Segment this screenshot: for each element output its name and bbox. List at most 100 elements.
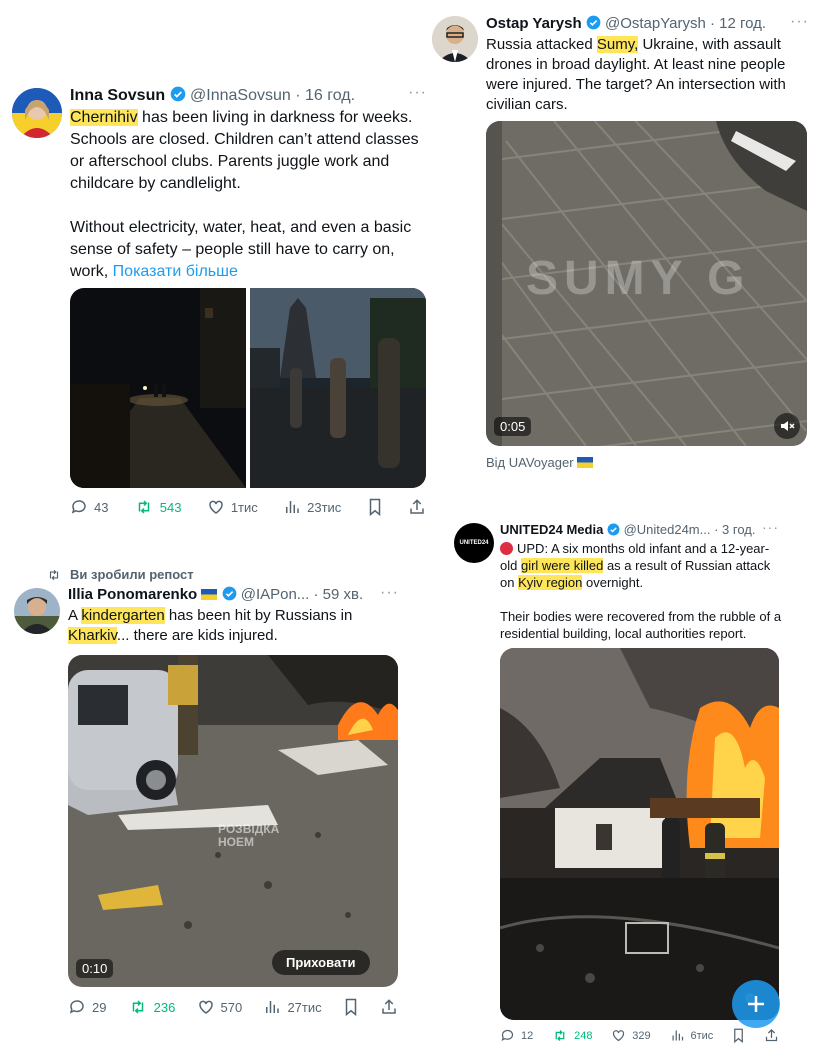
tweet-time[interactable]: · 59 хв.: [313, 586, 363, 603]
reply-count: 29: [92, 999, 107, 1015]
bookmark-icon: [734, 1028, 744, 1043]
avatar[interactable]: [432, 16, 478, 62]
highlight-text: Chernihiv: [70, 109, 138, 126]
verified-badge-icon: [607, 523, 620, 539]
bookmark-button[interactable]: [343, 998, 359, 1016]
bookmark-button[interactable]: [367, 498, 383, 516]
highlight-text: Sumy,: [596, 36, 639, 53]
author-name[interactable]: Inna Sovsun: [70, 87, 165, 104]
photo[interactable]: [500, 648, 779, 1020]
photo-right[interactable]: [250, 288, 426, 488]
reply-icon: [71, 500, 86, 514]
like-button[interactable]: 329: [611, 1028, 651, 1043]
author-handle[interactable]: @OstapYarysh: [605, 15, 706, 32]
views-icon: [266, 1001, 280, 1013]
share-button[interactable]: [764, 1028, 779, 1043]
repost-count: 236: [153, 999, 176, 1015]
repost-button[interactable]: 543: [134, 498, 182, 516]
repost-icon: [49, 569, 59, 580]
repost-label[interactable]: Ви зробили репост: [70, 567, 194, 582]
compose-fab[interactable]: [732, 980, 780, 1028]
photo-image: [500, 648, 779, 1020]
verified-badge-icon: [170, 86, 186, 107]
author-handle[interactable]: @InnaSovsun: [190, 87, 291, 104]
more-options-icon[interactable]: ···: [790, 13, 809, 31]
repost-icon: [132, 1000, 143, 1014]
reply-count: 43: [94, 499, 109, 515]
share-icon: [765, 1028, 778, 1042]
repost-count: 543: [159, 499, 182, 515]
views-icon: [672, 1030, 683, 1041]
verified-badge-icon: [222, 586, 237, 605]
like-button[interactable]: 570: [197, 998, 243, 1016]
views-button[interactable]: 27тис: [263, 998, 322, 1016]
tweet-text-2: Their bodies were recovered from the rub…: [500, 609, 782, 641]
action-bar: 29 236 570 27тис: [68, 998, 398, 1016]
repost-button[interactable]: 236: [128, 998, 176, 1016]
avatar-image: [12, 88, 62, 138]
author-handle[interactable]: @United24m...: [624, 522, 711, 537]
video-frame: [68, 655, 398, 987]
photo-left[interactable]: [70, 288, 246, 488]
repost-icon: [555, 1030, 565, 1041]
avatar[interactable]: [12, 88, 62, 138]
heart-icon: [209, 500, 223, 514]
plus-icon: [748, 996, 764, 1012]
show-more-link[interactable]: Показати більше: [113, 263, 238, 280]
reply-button[interactable]: 12: [500, 1028, 533, 1043]
reply-button[interactable]: 43: [70, 498, 108, 516]
bookmark-button[interactable]: [732, 1028, 745, 1043]
tweet-text: A kindergarten has been hit by Russians …: [68, 607, 353, 644]
video-player[interactable]: SUMY G 0:05: [486, 121, 807, 446]
action-bar: 12 248 329 6тис: [500, 1028, 779, 1043]
avatar-image: [14, 588, 60, 634]
video-duration: 0:05: [494, 417, 532, 436]
tweet-time[interactable]: · 3 год.: [714, 522, 755, 537]
bookmark-icon: [369, 498, 380, 516]
share-button[interactable]: [408, 498, 426, 516]
repost-count: 248: [574, 1029, 593, 1042]
like-button[interactable]: 1тис: [207, 498, 258, 516]
tweet-time[interactable]: · 16 год.: [295, 87, 355, 104]
avatar[interactable]: [14, 588, 60, 634]
source-label[interactable]: Від UAVoyager: [486, 455, 574, 470]
author-name[interactable]: Illia Ponomarenko: [68, 586, 197, 603]
share-button[interactable]: [380, 998, 398, 1016]
ukraine-flag-icon: [577, 457, 594, 468]
heart-icon: [198, 1000, 213, 1014]
author-handle[interactable]: @IAPon...: [241, 586, 310, 603]
repost-indicator: Ви зробили репост: [46, 567, 194, 582]
reply-icon: [501, 1029, 514, 1042]
reply-icon: [69, 1000, 84, 1014]
avatar[interactable]: UNITED24: [454, 523, 494, 563]
views-button[interactable]: 23тис: [283, 498, 341, 516]
share-icon: [382, 999, 396, 1014]
author-name[interactable]: Ostap Yarysh: [486, 15, 582, 32]
tweet-text: UPD: A six months old infant and a 12-ye…: [500, 541, 771, 590]
tweet-text: Russia attacked Sumy, Ukraine, with assa…: [486, 36, 786, 113]
more-options-icon[interactable]: ···: [762, 519, 779, 535]
avatar-image: [432, 16, 478, 62]
tweet-time[interactable]: · 12 год.: [710, 15, 766, 32]
action-bar: 43 543 1тис 23тис: [70, 498, 426, 516]
more-options-icon[interactable]: ···: [408, 84, 427, 102]
video-duration: 0:10: [76, 959, 114, 978]
reply-button[interactable]: 29: [68, 998, 106, 1016]
repost-icon: [138, 500, 150, 514]
reply-count: 12: [521, 1029, 534, 1042]
views-icon: [286, 501, 299, 513]
author-name[interactable]: UNITED24 Media: [500, 522, 603, 537]
video-player[interactable]: РОЗВІДКА НОЕМ 0:10 Приховати: [68, 655, 398, 987]
like-count: 1тис: [230, 499, 258, 515]
views-button[interactable]: 6тис: [670, 1028, 714, 1043]
repost-button[interactable]: 248: [552, 1028, 592, 1043]
more-options-icon[interactable]: ···: [380, 584, 399, 602]
tweet-text-2: Without electricity, water, heat, and ev…: [70, 219, 412, 280]
mute-icon[interactable]: [774, 413, 800, 439]
hide-button[interactable]: Приховати: [272, 950, 370, 975]
ukraine-flag-icon: [201, 589, 218, 600]
red-circle-icon: [500, 542, 513, 555]
view-count: 6тис: [690, 1029, 714, 1042]
like-count: 570: [220, 999, 243, 1015]
avatar-logo-text: UNITED24: [459, 540, 489, 546]
